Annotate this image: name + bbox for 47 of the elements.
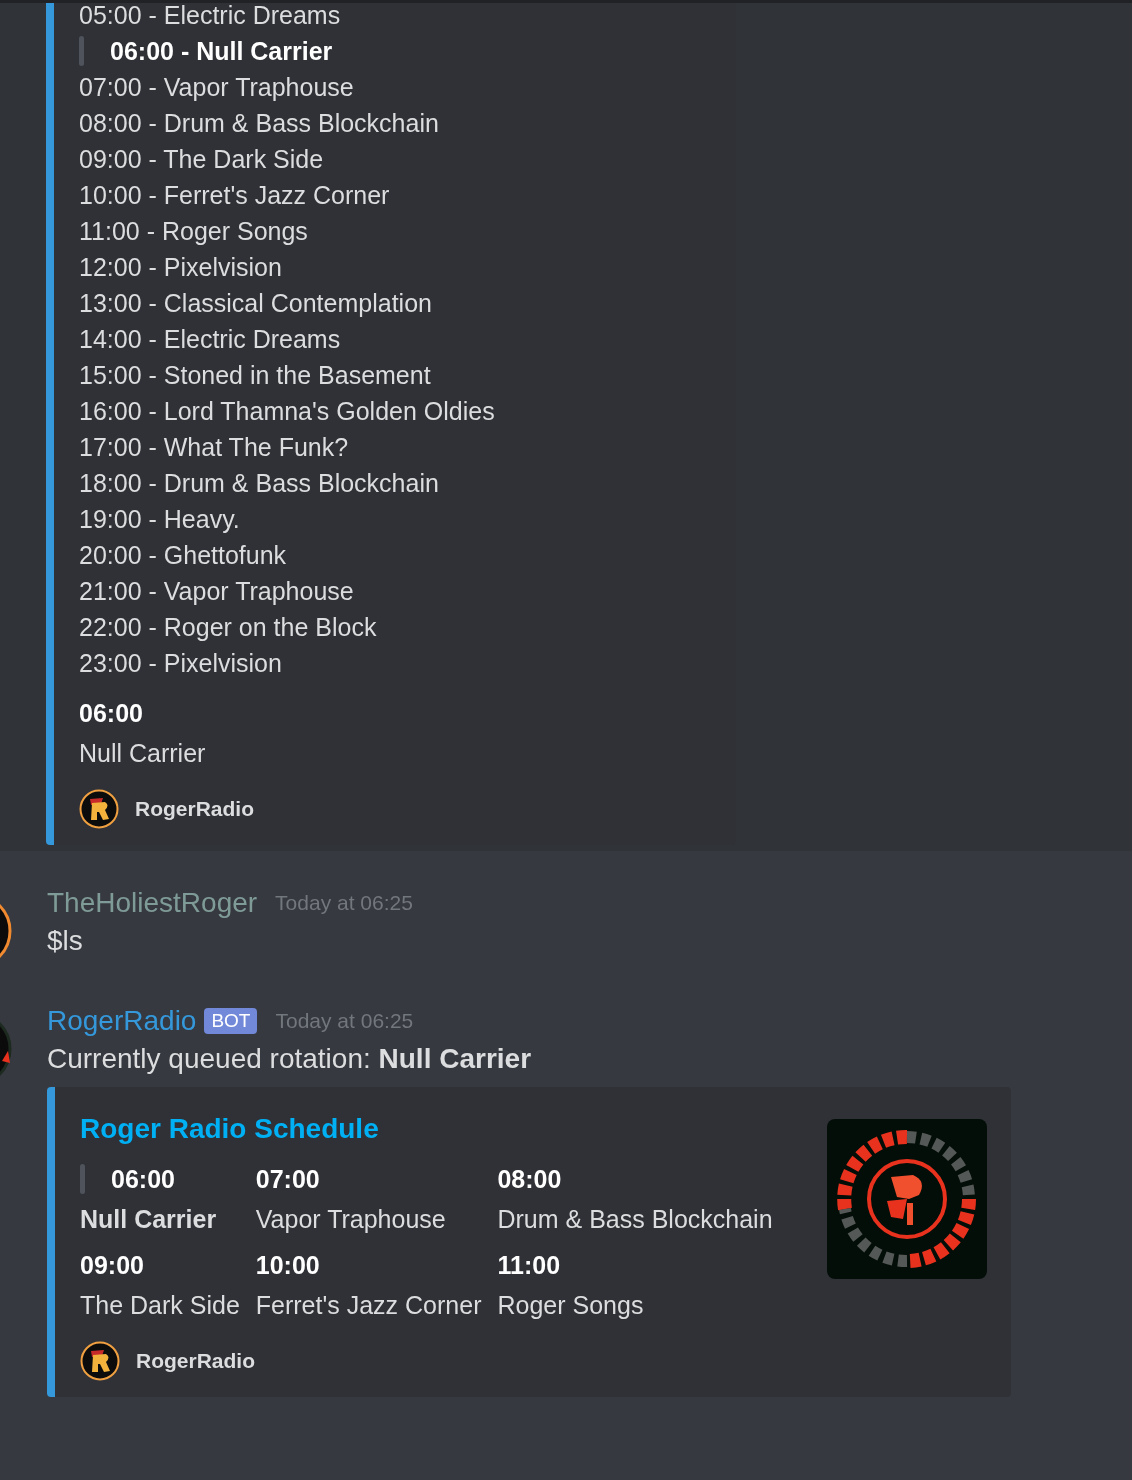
timestamp: Today at 06:25 [275, 891, 413, 915]
schedule-line: 17:00 - What The Funk? [79, 432, 350, 463]
schedule-line: 14:00 - Electric Dreams [79, 324, 342, 355]
field-name: 10:00 [255, 1250, 321, 1281]
schedule-line: 13:00 - Classical Contemplation [79, 288, 433, 319]
message-text: $ls [47, 925, 84, 957]
schedule-line: 06:00 - Null Carrier [110, 36, 333, 67]
schedule-line: 05:00 - Electric Dreams [79, 3, 342, 31]
footer-text: RogerRadio [136, 1349, 255, 1373]
schedule-line: 21:00 - Vapor Traphouse [79, 576, 355, 607]
author-name[interactable]: RogerRadio [47, 1005, 197, 1037]
author-name[interactable]: TheHoliestRoger [47, 887, 258, 919]
field-name: 08:00 [497, 1164, 563, 1195]
schedule-line: 12:00 - Pixelvision [79, 252, 283, 283]
logo-icon [80, 1341, 120, 1381]
field-value: Null Carrier [79, 738, 207, 769]
schedule-line: 16:00 - Lord Thamna's Golden Oldies [79, 396, 496, 427]
field-name: 11:00 [497, 1250, 562, 1281]
schedule-line: 18:00 - Drum & Bass Blockchain [79, 468, 440, 499]
field-value: Roger Songs [497, 1290, 645, 1321]
field-value: Null Carrier [80, 1204, 218, 1235]
quote-bar [80, 1164, 85, 1194]
field-value: Ferret's Jazz Corner [255, 1290, 482, 1321]
field-value: Vapor Traphouse [255, 1204, 447, 1235]
schedule-line: 15:00 - Stoned in the Basement [79, 360, 432, 391]
schedule-line: 11:00 - Roger Songs [79, 216, 309, 247]
footer-text: RogerRadio [135, 797, 254, 821]
field-value: Drum & Bass Blockchain [497, 1204, 773, 1235]
quote-bar [79, 36, 84, 66]
field-name: 06:00 [79, 698, 144, 729]
schedule-line: 19:00 - Heavy. [79, 504, 241, 535]
logo-icon [79, 789, 119, 829]
schedule-line: 20:00 - Ghettofunk [79, 540, 288, 571]
field-value: The Dark Side [80, 1290, 240, 1321]
schedule-line: 23:00 - Pixelvision [79, 648, 283, 679]
message-text: Currently queued rotation: Null Carrier [47, 1043, 533, 1075]
bot-tag: BOT [204, 1008, 258, 1034]
schedule-line: 22:00 - Roger on the Block [79, 612, 378, 643]
schedule-line: 10:00 - Ferret's Jazz Corner [79, 180, 391, 211]
embed-title-link[interactable]: Roger Radio Schedule [80, 1113, 811, 1145]
schedule-line: 07:00 - Vapor Traphouse [79, 72, 355, 103]
field-name: 09:00 [80, 1250, 145, 1281]
schedule-line: 09:00 - The Dark Side [79, 144, 325, 175]
schedule-line: 08:00 - Drum & Bass Blockchain [79, 108, 440, 139]
field-name: 07:00 [255, 1164, 321, 1195]
timestamp: Today at 06:25 [275, 1009, 414, 1033]
field-name: 06:00 [111, 1164, 175, 1195]
